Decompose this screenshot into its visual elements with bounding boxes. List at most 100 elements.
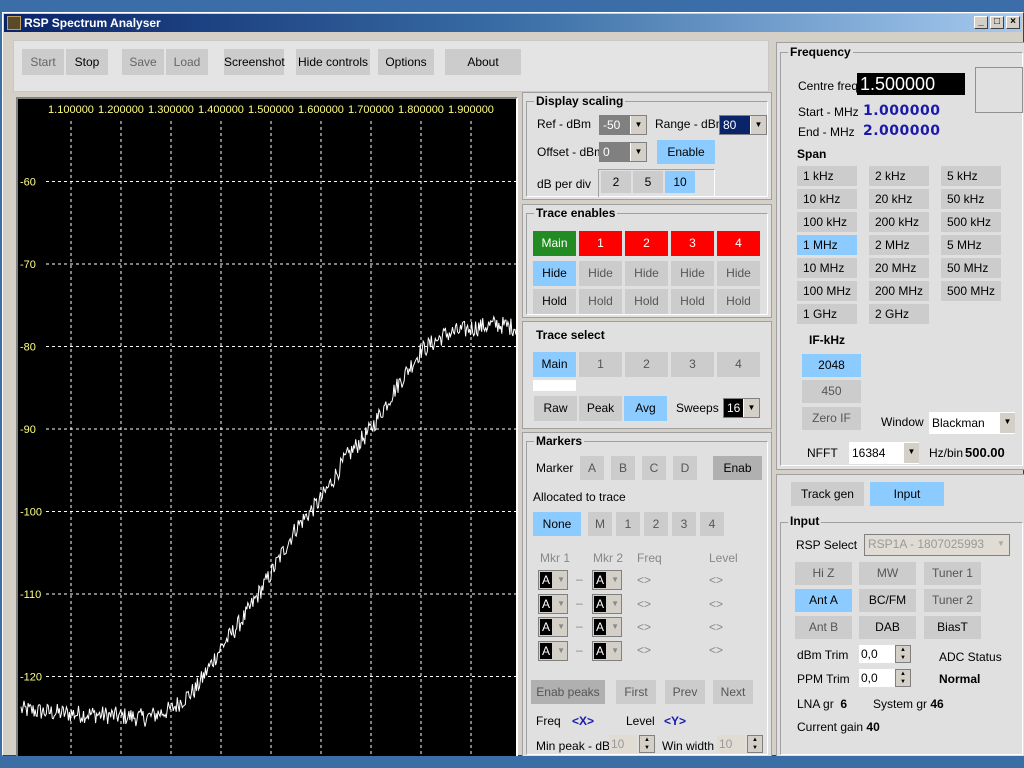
spectrum-plot[interactable]: 1.100000 1.200000 1.300000 1.400000 1.500000… (16, 97, 518, 761)
allocate-3-button[interactable]: 3 (672, 512, 696, 536)
db-per-div-10[interactable]: 10 (665, 171, 695, 193)
dbm-trim-spinner[interactable]: 0,0 ▲ ▼ (859, 645, 911, 663)
hide-4-button[interactable]: Hide (717, 261, 760, 286)
span-option[interactable]: 500 MHz (941, 281, 1001, 301)
input-option-tuner-2[interactable]: Tuner 2 (924, 589, 981, 612)
span-option[interactable]: 1 kHz (797, 166, 857, 186)
span-option[interactable]: 10 kHz (797, 189, 857, 209)
mkr2-dropdown[interactable]: A ▼ (592, 594, 622, 614)
input-option-hi-z[interactable]: Hi Z (795, 562, 852, 585)
spin-arrows-icon[interactable]: ▲ ▼ (639, 735, 655, 753)
hold-3-button[interactable]: Hold (671, 289, 714, 314)
dbm-trim-value[interactable]: 0,0 (859, 645, 895, 663)
if-450-button[interactable]: 450 (802, 380, 861, 403)
tab-track-gen[interactable]: Track gen (791, 482, 864, 506)
mkr1-dropdown[interactable]: A ▼ (538, 594, 568, 614)
mkr2-dropdown[interactable]: A ▼ (592, 617, 622, 637)
about-button[interactable]: About (445, 49, 521, 75)
hide-controls-button[interactable]: Hide controls (296, 49, 370, 75)
span-option[interactable]: 20 MHz (869, 258, 929, 278)
range-dropdown[interactable]: 80 ▼ (719, 115, 767, 135)
db-per-div-2[interactable]: 2 (601, 171, 631, 193)
input-option-biast[interactable]: BiasT (924, 616, 981, 639)
trace-select-2[interactable]: 2 (625, 352, 668, 377)
spin-arrows-icon[interactable]: ▲ ▼ (747, 735, 763, 753)
span-option[interactable]: 1 MHz (797, 235, 857, 255)
marker-c-button[interactable]: C (642, 456, 666, 480)
input-option-mw[interactable]: MW (859, 562, 916, 585)
marker-d-button[interactable]: D (673, 456, 697, 480)
trace-enable-4[interactable]: 4 (717, 231, 760, 256)
mode-raw-button[interactable]: Raw (534, 396, 577, 421)
mkr2-dropdown[interactable]: A ▼ (592, 641, 622, 661)
hold-2-button[interactable]: Hold (625, 289, 668, 314)
window-dropdown[interactable]: Blackman ▼ (929, 412, 1015, 434)
span-option[interactable]: 2 kHz (869, 166, 929, 186)
enable-offset-button[interactable]: Enable (657, 140, 715, 164)
span-option[interactable]: 2 GHz (869, 304, 929, 324)
trace-enable-3[interactable]: 3 (671, 231, 714, 256)
db-per-div-5[interactable]: 5 (633, 171, 663, 193)
trace-select-3[interactable]: 3 (671, 352, 714, 377)
close-button[interactable]: × (1006, 16, 1020, 29)
span-option[interactable]: 200 MHz (869, 281, 929, 301)
maximize-button[interactable]: □ (990, 16, 1004, 29)
tab-input[interactable]: Input (870, 482, 944, 506)
min-peak-spinner[interactable]: 10 ▲ ▼ (609, 735, 655, 753)
allocate-4-button[interactable]: 4 (700, 512, 724, 536)
input-option-bc-fm[interactable]: BC/FM (859, 589, 916, 612)
hold-main-button[interactable]: Hold (533, 289, 576, 314)
if-2048-button[interactable]: 2048 (802, 354, 861, 377)
zero-if-button[interactable]: Zero IF (802, 407, 861, 430)
sweeps-dropdown[interactable]: 16 ▼ (723, 398, 760, 418)
spin-arrows-icon[interactable]: ▲ ▼ (895, 645, 911, 663)
options-button[interactable]: Options (378, 49, 434, 75)
mkr2-dropdown[interactable]: A ▼ (592, 570, 622, 590)
ppm-trim-spinner[interactable]: 0,0 ▲ ▼ (859, 669, 911, 687)
win-width-spinner[interactable]: 10 ▲ ▼ (717, 735, 763, 753)
win-width-value[interactable]: 10 (717, 735, 745, 753)
allocate-1-button[interactable]: 1 (616, 512, 640, 536)
span-option[interactable]: 10 MHz (797, 258, 857, 278)
trace-enable-main[interactable]: Main (533, 231, 576, 256)
load-button[interactable]: Load (166, 49, 208, 75)
input-option-ant-a[interactable]: Ant A (795, 589, 852, 612)
screenshot-button[interactable]: Screenshot (224, 49, 285, 75)
trace-select-4[interactable]: 4 (717, 352, 760, 377)
span-option[interactable]: 5 MHz (941, 235, 1001, 255)
trace-enable-2[interactable]: 2 (625, 231, 668, 256)
stop-button[interactable]: Stop (66, 49, 108, 75)
nfft-dropdown[interactable]: 16384 ▼ (849, 442, 919, 464)
input-option-ant-b[interactable]: Ant B (795, 616, 852, 639)
spin-arrows-icon[interactable]: ▲ ▼ (895, 669, 911, 687)
input-option-tuner-1[interactable]: Tuner 1 (924, 562, 981, 585)
input-option-dab[interactable]: DAB (859, 616, 916, 639)
min-peak-value[interactable]: 10 (609, 735, 637, 753)
marker-enable-button[interactable]: Enab (713, 456, 762, 480)
trace-select-main[interactable]: Main (533, 352, 576, 377)
offset-dropdown[interactable]: 0 ▼ (599, 142, 647, 162)
centre-freq-input[interactable]: 1.500000 (857, 73, 965, 95)
allocate-m-button[interactable]: M (588, 512, 612, 536)
trace-select-1[interactable]: 1 (579, 352, 622, 377)
span-option[interactable]: 100 kHz (797, 212, 857, 232)
hold-4-button[interactable]: Hold (717, 289, 760, 314)
hold-1-button[interactable]: Hold (579, 289, 622, 314)
save-button[interactable]: Save (122, 49, 164, 75)
trace-enable-1[interactable]: 1 (579, 231, 622, 256)
hide-1-button[interactable]: Hide (579, 261, 622, 286)
rsp-select-dropdown[interactable]: RSP1A - 1807025993 ▼ (864, 534, 1010, 556)
mode-avg-button[interactable]: Avg (624, 396, 667, 421)
marker-b-button[interactable]: B (611, 456, 635, 480)
mode-peak-button[interactable]: Peak (579, 396, 622, 421)
hide-2-button[interactable]: Hide (625, 261, 668, 286)
span-option[interactable]: 200 kHz (869, 212, 929, 232)
first-peak-button[interactable]: First (616, 680, 656, 704)
start-button[interactable]: Start (22, 49, 64, 75)
span-option[interactable]: 50 kHz (941, 189, 1001, 209)
minimize-button[interactable]: _ (974, 16, 988, 29)
mkr1-dropdown[interactable]: A ▼ (538, 617, 568, 637)
hide-3-button[interactable]: Hide (671, 261, 714, 286)
span-option[interactable]: 20 kHz (869, 189, 929, 209)
next-peak-button[interactable]: Next (713, 680, 753, 704)
